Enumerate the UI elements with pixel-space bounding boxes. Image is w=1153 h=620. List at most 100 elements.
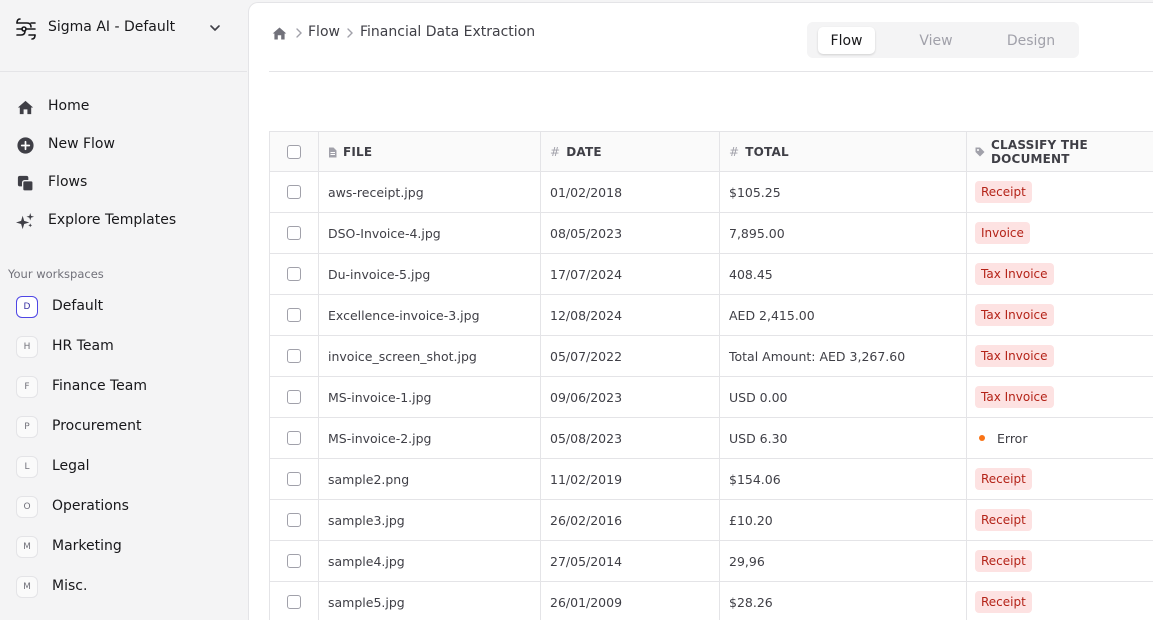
date-cell[interactable]: 05/07/2022 bbox=[540, 336, 719, 376]
table-row[interactable]: sample2.png 11/02/2019 $154.06 Receipt bbox=[269, 459, 1153, 500]
table-row[interactable]: sample5.jpg 26/01/2009 $28.26 Receipt bbox=[269, 582, 1153, 620]
total-cell[interactable]: 29,96 bbox=[719, 541, 966, 581]
file-cell[interactable]: MS-invoice-2.jpg bbox=[318, 418, 540, 458]
tab-view[interactable]: View bbox=[903, 27, 969, 54]
row-checkbox[interactable] bbox=[287, 513, 301, 527]
date-cell[interactable]: 12/08/2024 bbox=[540, 295, 719, 335]
breadcrumb-current[interactable]: Financial Data Extraction bbox=[360, 24, 535, 40]
workspace-item-default[interactable]: D Default bbox=[0, 290, 247, 324]
classify-cell[interactable]: Tax Invoice bbox=[966, 254, 1153, 294]
classify-cell[interactable]: Error bbox=[966, 418, 1153, 458]
date-cell[interactable]: 26/01/2009 bbox=[540, 582, 719, 620]
table-row[interactable]: MS-invoice-2.jpg 05/08/2023 USD 6.30 Error bbox=[269, 418, 1153, 459]
classify-cell[interactable]: Invoice bbox=[966, 213, 1153, 253]
classify-cell[interactable]: Receipt bbox=[966, 500, 1153, 540]
workspace-item-finance-team[interactable]: F Finance Team bbox=[0, 370, 247, 404]
row-checkbox[interactable] bbox=[287, 431, 301, 445]
workspace-item-marketing[interactable]: M Marketing bbox=[0, 530, 247, 564]
table-row[interactable]: sample4.jpg 27/05/2014 29,96 Receipt bbox=[269, 541, 1153, 582]
total-cell[interactable]: 7,895.00 bbox=[719, 213, 966, 253]
table-row[interactable]: MS-invoice-1.jpg 09/06/2023 USD 0.00 Tax In… bbox=[269, 377, 1153, 418]
table-row[interactable]: aws-receipt.jpg 01/02/2018 $105.25 Receipt bbox=[269, 172, 1153, 213]
file-cell[interactable]: DSO-Invoice-4.jpg bbox=[318, 213, 540, 253]
file-cell[interactable]: MS-invoice-1.jpg bbox=[318, 377, 540, 417]
tab-flow[interactable]: Flow bbox=[818, 27, 875, 54]
classification-tag[interactable]: Receipt bbox=[975, 468, 1032, 490]
row-checkbox[interactable] bbox=[287, 308, 301, 322]
file-cell[interactable]: Excellence-invoice-3.jpg bbox=[318, 295, 540, 335]
classify-cell[interactable]: Tax Invoice bbox=[966, 377, 1153, 417]
file-cell[interactable]: sample3.jpg bbox=[318, 500, 540, 540]
classification-tag[interactable]: Tax Invoice bbox=[975, 263, 1054, 285]
classification-tag[interactable]: Tax Invoice bbox=[975, 345, 1054, 367]
row-checkbox[interactable] bbox=[287, 267, 301, 281]
classification-tag[interactable]: Invoice bbox=[975, 222, 1030, 244]
home-icon[interactable] bbox=[271, 25, 288, 42]
classification-tag[interactable]: Receipt bbox=[975, 591, 1032, 613]
column-header-classify[interactable]: CLASSIFY THE DOCUMENT bbox=[966, 132, 1153, 172]
date-cell[interactable]: 17/07/2024 bbox=[540, 254, 719, 294]
workspace-item-hr-team[interactable]: H HR Team bbox=[0, 330, 247, 364]
total-cell[interactable]: £10.20 bbox=[719, 500, 966, 540]
column-header-total[interactable]: # TOTAL bbox=[719, 132, 966, 172]
date-cell[interactable]: 01/02/2018 bbox=[540, 172, 719, 212]
nav-item-new-flow[interactable]: New Flow bbox=[0, 128, 247, 162]
total-cell[interactable]: 408.45 bbox=[719, 254, 966, 294]
file-cell[interactable]: Du-invoice-5.jpg bbox=[318, 254, 540, 294]
total-cell[interactable]: USD 6.30 bbox=[719, 418, 966, 458]
nav-item-home[interactable]: Home bbox=[0, 90, 247, 124]
table-row[interactable]: sample3.jpg 26/02/2016 £10.20 Receipt bbox=[269, 500, 1153, 541]
file-cell[interactable]: sample2.png bbox=[318, 459, 540, 499]
workspace-switcher[interactable]: Sigma AI - Default bbox=[0, 0, 247, 72]
total-cell[interactable]: $105.25 bbox=[719, 172, 966, 212]
classification-tag[interactable]: Receipt bbox=[975, 550, 1032, 572]
file-cell[interactable]: aws-receipt.jpg bbox=[318, 172, 540, 212]
file-cell[interactable]: invoice_screen_shot.jpg bbox=[318, 336, 540, 376]
column-header-date[interactable]: # DATE bbox=[540, 132, 719, 172]
date-cell[interactable]: 09/06/2023 bbox=[540, 377, 719, 417]
row-checkbox[interactable] bbox=[287, 595, 301, 609]
row-checkbox[interactable] bbox=[287, 554, 301, 568]
nav-item-flows[interactable]: Flows bbox=[0, 166, 247, 200]
total-cell[interactable]: USD 0.00 bbox=[719, 377, 966, 417]
classify-cell[interactable]: Tax Invoice bbox=[966, 336, 1153, 376]
file-cell[interactable]: sample4.jpg bbox=[318, 541, 540, 581]
workspace-item-procurement[interactable]: P Procurement bbox=[0, 410, 247, 444]
workspace-item-legal[interactable]: L Legal bbox=[0, 450, 247, 484]
file-cell[interactable]: sample5.jpg bbox=[318, 582, 540, 620]
workspace-item-misc[interactable]: M Misc. bbox=[0, 570, 247, 604]
date-cell[interactable]: 08/05/2023 bbox=[540, 213, 719, 253]
classification-tag[interactable]: Tax Invoice bbox=[975, 304, 1054, 326]
workspace-item-operations[interactable]: O Operations bbox=[0, 490, 247, 524]
classification-tag[interactable]: Receipt bbox=[975, 181, 1032, 203]
row-checkbox[interactable] bbox=[287, 472, 301, 486]
classification-tag[interactable]: Receipt bbox=[975, 509, 1032, 531]
breadcrumb-flow[interactable]: Flow bbox=[308, 24, 340, 40]
row-checkbox[interactable] bbox=[287, 349, 301, 363]
table-row[interactable]: invoice_screen_shot.jpg 05/07/2022 Total A… bbox=[269, 336, 1153, 377]
date-cell[interactable]: 11/02/2019 bbox=[540, 459, 719, 499]
classify-cell[interactable]: Receipt bbox=[966, 459, 1153, 499]
column-header-file[interactable]: FILE bbox=[318, 132, 540, 172]
row-checkbox[interactable] bbox=[287, 185, 301, 199]
date-cell[interactable]: 26/02/2016 bbox=[540, 500, 719, 540]
row-checkbox[interactable] bbox=[287, 390, 301, 404]
date-cell[interactable]: 27/05/2014 bbox=[540, 541, 719, 581]
classify-cell[interactable]: Receipt bbox=[966, 582, 1153, 620]
total-cell[interactable]: AED 2,415.00 bbox=[719, 295, 966, 335]
date-cell[interactable]: 05/08/2023 bbox=[540, 418, 719, 458]
table-row[interactable]: Excellence-invoice-3.jpg 12/08/2024 AED 2,… bbox=[269, 295, 1153, 336]
classify-cell[interactable]: Receipt bbox=[966, 541, 1153, 581]
classify-cell[interactable]: Tax Invoice bbox=[966, 295, 1153, 335]
table-row[interactable]: Du-invoice-5.jpg 17/07/2024 408.45 Tax Invo… bbox=[269, 254, 1153, 295]
select-all-checkbox[interactable] bbox=[287, 145, 301, 159]
total-cell[interactable]: Total Amount: AED 3,267.60 bbox=[719, 336, 966, 376]
tab-design[interactable]: Design bbox=[993, 27, 1069, 54]
classification-tag[interactable]: Tax Invoice bbox=[975, 386, 1054, 408]
total-cell[interactable]: $28.26 bbox=[719, 582, 966, 620]
classify-cell[interactable]: Receipt bbox=[966, 172, 1153, 212]
row-checkbox[interactable] bbox=[287, 226, 301, 240]
total-cell[interactable]: $154.06 bbox=[719, 459, 966, 499]
table-row[interactable]: DSO-Invoice-4.jpg 08/05/2023 7,895.00 Invoi… bbox=[269, 213, 1153, 254]
nav-item-explore-templates[interactable]: Explore Templates bbox=[0, 204, 247, 238]
